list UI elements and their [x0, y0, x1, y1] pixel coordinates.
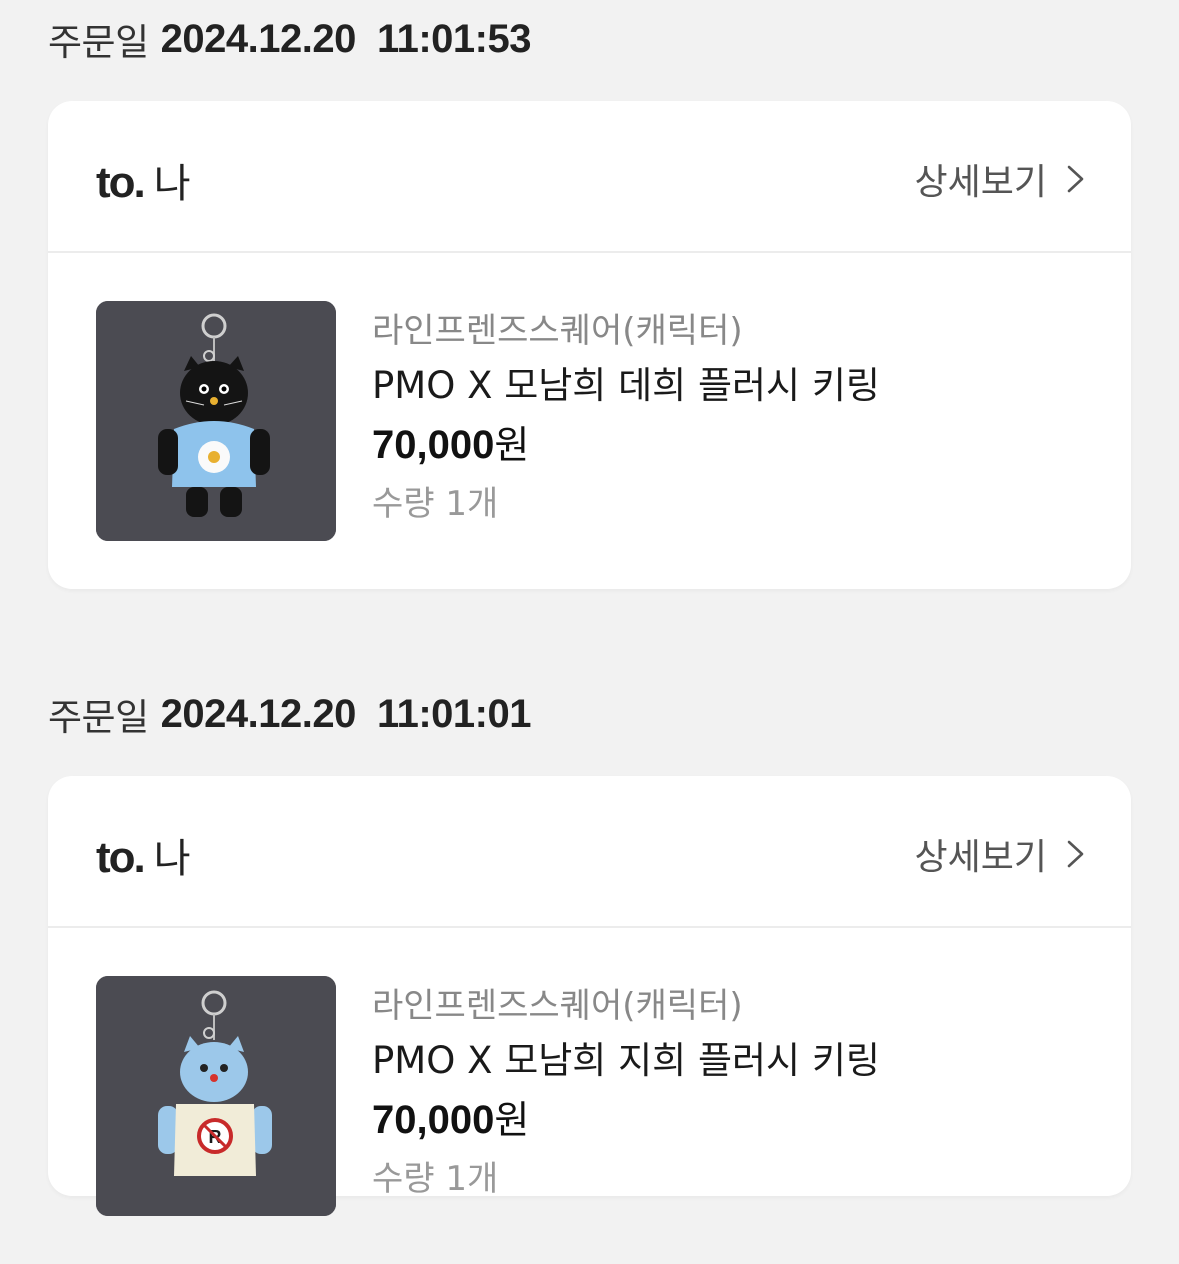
card-header: to. 나 상세보기 [48, 776, 1131, 928]
product-thumbnail[interactable] [96, 301, 336, 541]
product-name: PMO X 모남희 지희 플러시 키링 [372, 1039, 880, 1082]
order-date: 주문일 2024.12.20 11:01:01 [48, 684, 531, 744]
recipient: to. 나 [96, 151, 191, 209]
view-details-label: 상세보기 [914, 162, 1047, 203]
view-details-button[interactable]: 상세보기 [915, 153, 1087, 205]
to-prefix: to. [96, 158, 146, 207]
order-date-value: 2024.12.20 11:01:01 [160, 691, 532, 736]
price-currency: 원 [494, 423, 530, 467]
product-row[interactable]: 라인프렌즈스퀘어(캐릭터) PMO X 모남희 데희 플러시 키링 70,000… [48, 253, 1131, 589]
view-details-button[interactable]: 상세보기 [915, 828, 1087, 880]
order-date-label: 주문일 [48, 696, 149, 739]
order-date: 주문일 2024.12.20 11:01:53 [48, 9, 531, 69]
quantity: 수량 1개 [372, 1159, 499, 1199]
chevron-right-icon [1067, 840, 1084, 868]
price-amount: 70,000 [372, 1098, 495, 1142]
recipient: to. 나 [96, 826, 191, 884]
recipient-name: 나 [153, 836, 191, 882]
product-name: PMO X 모남희 데희 플러시 키링 [372, 364, 880, 407]
product-info: 라인프렌즈스퀘어(캐릭터) PMO X 모남희 지희 플러시 키링 70,000… [372, 980, 880, 1208]
product-info: 라인프렌즈스퀘어(캐릭터) PMO X 모남희 데희 플러시 키링 70,000… [372, 305, 880, 533]
view-details-label: 상세보기 [914, 837, 1047, 878]
product-thumbnail[interactable]: R [96, 976, 336, 1216]
black-cat-plush-keyring-icon [96, 301, 336, 541]
product-price: 70,000원 [372, 415, 880, 475]
order-card: to. 나 상세보기 [48, 776, 1131, 1216]
order-date-value: 2024.12.20 11:01:53 [160, 16, 532, 61]
recipient-name: 나 [153, 161, 191, 207]
to-prefix: to. [96, 833, 146, 882]
product-price: 70,000원 [372, 1090, 880, 1150]
order-date-label: 주문일 [48, 21, 149, 64]
chevron-right-icon [1067, 165, 1084, 193]
quantity: 수량 1개 [372, 484, 499, 524]
price-currency: 원 [494, 1098, 530, 1142]
brand-name: 라인프렌즈스퀘어(캐릭터) [372, 986, 743, 1026]
product-row[interactable]: R 라인프렌즈스퀘어(캐릭터) PMO X 모남희 지희 플러시 키링 70,0… [48, 928, 1131, 1264]
order-card: to. 나 상세보기 [48, 101, 1131, 589]
price-amount: 70,000 [372, 423, 495, 467]
card-header: to. 나 상세보기 [48, 101, 1131, 253]
blue-cat-plush-keyring-icon: R [96, 976, 336, 1216]
brand-name: 라인프렌즈스퀘어(캐릭터) [372, 311, 743, 351]
